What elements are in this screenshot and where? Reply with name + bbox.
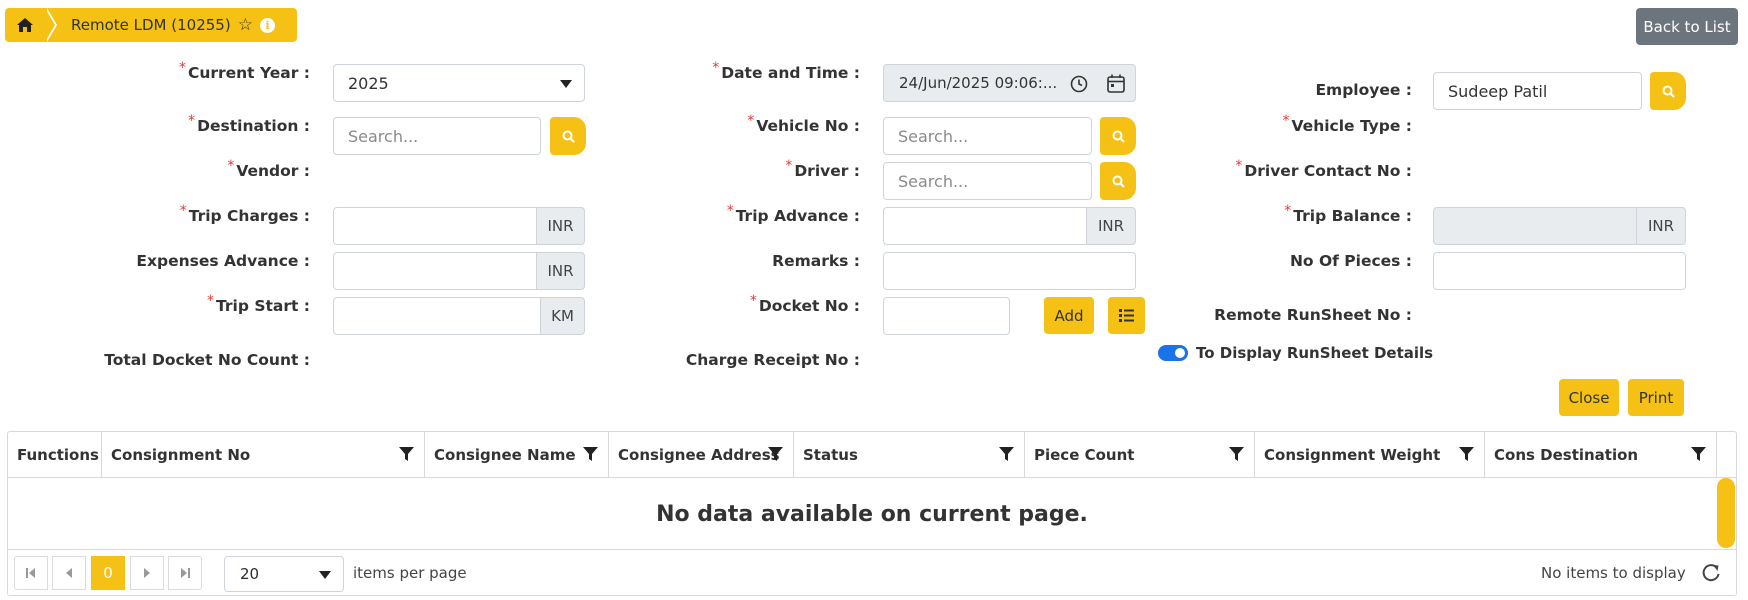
close-button[interactable]: Close [1559, 379, 1619, 416]
print-button[interactable]: Print [1628, 379, 1684, 416]
remarks-input[interactable] [883, 252, 1136, 290]
trip-balance-unit: INR [1636, 207, 1686, 245]
total-docket-label: Total Docket No Count : [104, 351, 310, 369]
current-year-label: * Current Year : [178, 60, 310, 82]
pager-status: No items to display [1541, 564, 1686, 582]
filter-icon[interactable] [1459, 447, 1474, 462]
trip-charges-label: * Trip Charges : [179, 203, 310, 225]
prev-page-icon [66, 568, 72, 578]
trip-advance-unit: INR [1086, 207, 1136, 245]
first-page-icon [26, 568, 35, 578]
page-size-label: items per page [353, 564, 467, 582]
home-button[interactable] [5, 8, 57, 42]
employee-input[interactable]: Sudeep Patil [1433, 72, 1642, 110]
employee-search-button[interactable] [1650, 72, 1686, 110]
destination-label: * Destination : [188, 113, 310, 135]
search-icon [1662, 85, 1675, 98]
vehicle-no-input[interactable]: Search... [883, 117, 1092, 155]
filter-icon[interactable] [583, 447, 598, 462]
grid-header: Functions Consignment No Consignee Name … [8, 432, 1736, 478]
col-piece-count[interactable]: Piece Count [1025, 432, 1255, 478]
clock-icon[interactable] [1070, 75, 1088, 93]
expenses-advance-input[interactable] [333, 252, 537, 290]
calendar-icon[interactable] [1107, 74, 1125, 93]
filter-icon[interactable] [1229, 447, 1244, 462]
add-docket-button[interactable]: Add [1044, 297, 1094, 334]
current-page[interactable]: 0 [91, 556, 125, 590]
trip-start-label: * Trip Start : [207, 293, 310, 315]
col-consignment-no[interactable]: Consignment No [102, 432, 425, 478]
page-size-select[interactable]: 20 [224, 556, 344, 592]
driver-contact-label: * Driver Contact No : [1235, 158, 1412, 180]
grid-pager: 0 20 items per page No items to display [8, 549, 1736, 595]
vehicle-no-label: * Vehicle No : [747, 113, 860, 135]
trip-charges-unit: INR [536, 207, 585, 245]
next-page-icon [144, 568, 150, 578]
driver-search-button[interactable] [1100, 162, 1136, 200]
search-icon [562, 130, 575, 143]
filter-icon[interactable] [399, 447, 414, 462]
col-consignee-name[interactable]: Consignee Name [425, 432, 609, 478]
remote-runsheet-label: Remote RunSheet No : [1214, 306, 1412, 324]
favorite-star-icon[interactable]: ☆ [238, 16, 253, 34]
current-year-select[interactable]: 2025 [333, 64, 585, 102]
chevron-down-icon [319, 571, 331, 579]
date-time-input[interactable]: 24/Jun/2025 09:06:... [883, 64, 1136, 102]
no-of-pieces-input[interactable] [1433, 252, 1686, 290]
chevron-down-icon [560, 80, 572, 88]
info-icon[interactable]: i [259, 17, 275, 33]
date-time-label: * Date and Time : [712, 60, 860, 82]
filter-icon[interactable] [1691, 447, 1706, 462]
next-page-button[interactable] [130, 556, 164, 590]
no-of-pieces-label: No Of Pieces : [1289, 252, 1412, 270]
trip-charges-input[interactable] [333, 207, 537, 245]
first-page-button[interactable] [14, 556, 48, 590]
col-cons-destination[interactable]: Cons Destination [1485, 432, 1717, 478]
remarks-label: Remarks : [772, 252, 860, 270]
trip-advance-label: * Trip Advance : [726, 203, 860, 225]
breadcrumb-title: Remote LDM (10255) [71, 16, 231, 34]
filter-icon[interactable] [768, 447, 783, 462]
driver-input[interactable]: Search... [883, 162, 1092, 200]
col-status[interactable]: Status [794, 432, 1025, 478]
destination-input[interactable]: Search... [333, 117, 541, 155]
refresh-icon[interactable] [1701, 563, 1721, 583]
back-to-list-button[interactable]: Back to List [1636, 8, 1738, 45]
trip-balance-input [1433, 207, 1637, 245]
empty-message: No data available on current page. [656, 501, 1088, 527]
runsheet-toggle-label: To Display RunSheet Details [1196, 344, 1434, 362]
filter-icon[interactable] [999, 447, 1014, 462]
employee-label: Employee : [1315, 81, 1412, 99]
trip-start-unit: KM [540, 297, 585, 335]
driver-label: * Driver : [785, 158, 860, 180]
trip-advance-input[interactable] [883, 207, 1087, 245]
col-consignee-address[interactable]: Consignee Address [609, 432, 794, 478]
charge-receipt-label: Charge Receipt No : [685, 351, 860, 369]
list-icon [1119, 309, 1134, 322]
destination-search-button[interactable] [550, 117, 586, 155]
docket-no-input[interactable] [883, 297, 1010, 335]
last-page-icon [181, 568, 190, 578]
breadcrumb-current: Remote LDM (10255) ☆ i [45, 8, 297, 42]
search-icon [1112, 175, 1125, 188]
vendor-label: * Vendor : [227, 158, 310, 180]
prev-page-button[interactable] [52, 556, 86, 590]
expenses-advance-label: Expenses Advance : [136, 252, 310, 270]
col-functions: Functions [8, 432, 102, 478]
home-icon [17, 18, 33, 32]
trip-start-input[interactable] [333, 297, 541, 335]
runsheet-toggle[interactable] [1158, 345, 1188, 361]
expenses-advance-unit: INR [536, 252, 585, 290]
vertical-scrollbar[interactable] [1717, 478, 1735, 548]
vehicle-type-label: * Vehicle Type : [1282, 113, 1412, 135]
last-page-button[interactable] [168, 556, 202, 590]
docket-list-button[interactable] [1108, 297, 1145, 334]
vehicle-search-button[interactable] [1100, 117, 1136, 155]
docket-no-label: * Docket No : [749, 293, 860, 315]
breadcrumb: Remote LDM (10255) ☆ i [5, 8, 297, 42]
col-consignment-weight[interactable]: Consignment Weight [1255, 432, 1485, 478]
consignment-grid: Functions Consignment No Consignee Name … [7, 431, 1737, 596]
search-icon [1112, 130, 1125, 143]
trip-balance-label: * Trip Balance : [1284, 203, 1412, 225]
